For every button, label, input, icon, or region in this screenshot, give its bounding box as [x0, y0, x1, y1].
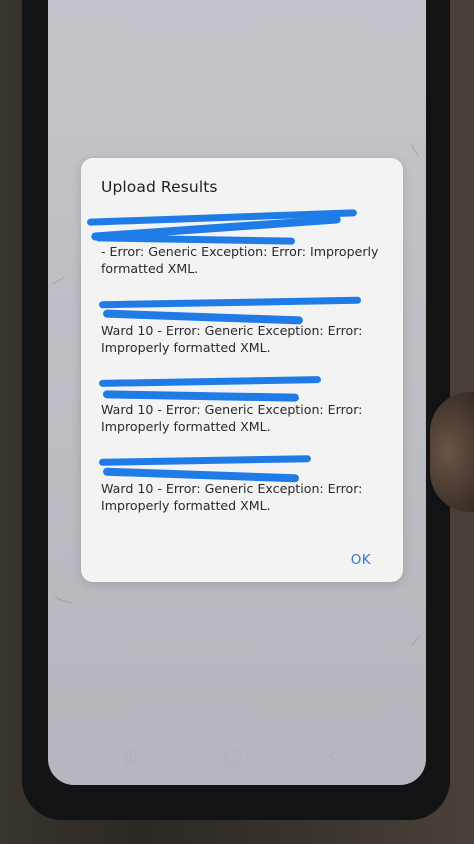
redaction-mark: [98, 455, 312, 466]
redaction-mark: [102, 390, 300, 402]
redaction-mark: [98, 296, 362, 309]
result-entry-text: Ward 10 - Error: Generic Exception: Erro…: [101, 402, 363, 434]
result-entry-text: Ward 10 - Error: Generic Exception: Erro…: [101, 481, 363, 513]
back-button[interactable]: ‹: [328, 743, 337, 768]
recent-apps-button[interactable]: |||: [124, 747, 137, 765]
result-entry-text: - Error: Generic Exception: Error: Impro…: [101, 244, 379, 276]
result-entry: Ward 10 - Error: Generic Exception: Erro…: [98, 451, 386, 514]
result-entry: Ward 10 - Error: Generic Exception: Erro…: [98, 293, 386, 356]
result-entry: - Error: Generic Exception: Error: Impro…: [86, 209, 386, 277]
result-entry-text: Ward 10 - Error: Generic Exception: Erro…: [101, 323, 363, 355]
result-entry: Ward 10 - Error: Generic Exception: Erro…: [98, 372, 386, 435]
system-navigation-bar: ||| ◯ ‹: [48, 739, 426, 779]
dialog-title: Upload Results: [101, 178, 218, 196]
upload-results-dialog: Upload Results - Error: Generic Exceptio…: [81, 158, 403, 582]
photo-background: Upload Results - Error: Generic Exceptio…: [0, 0, 474, 844]
phone-screen: Upload Results - Error: Generic Exceptio…: [48, 0, 426, 785]
home-button[interactable]: ◯: [224, 747, 242, 766]
finger: [430, 392, 474, 512]
results-list: - Error: Generic Exception: Error: Impro…: [86, 209, 386, 530]
redaction-mark: [98, 376, 322, 387]
ok-button[interactable]: OK: [351, 552, 371, 568]
